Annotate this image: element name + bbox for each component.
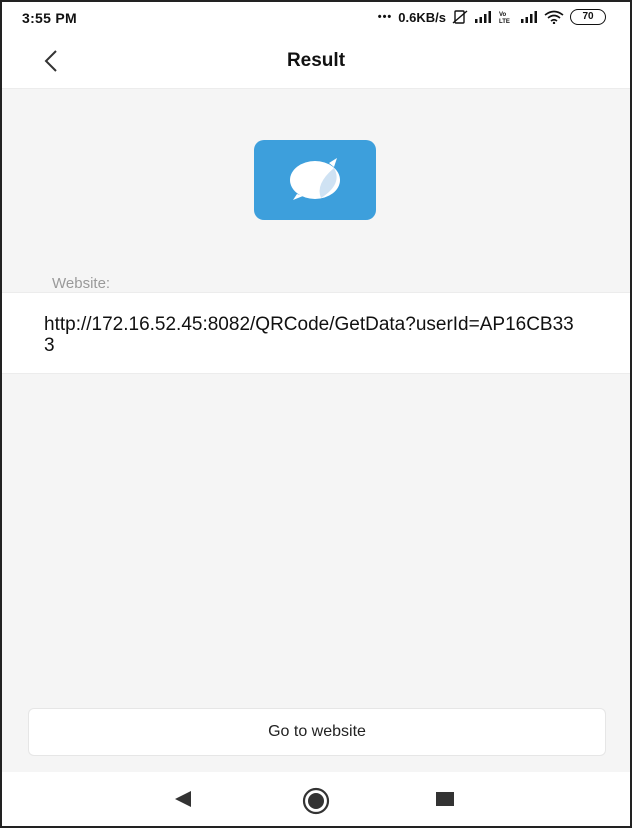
system-nav-bar bbox=[2, 772, 630, 826]
signal-icon-2 bbox=[520, 11, 538, 23]
svg-text:Vo: Vo bbox=[499, 12, 507, 18]
result-url[interactable]: http://172.16.52.45:8082/QRCode/GetData?… bbox=[44, 314, 584, 356]
battery-icon: 70 bbox=[570, 9, 606, 25]
website-label: Website: bbox=[52, 275, 111, 292]
status-bar: 3:55 PM ••• 0.6KB/s Vo LTE 70 bbox=[2, 2, 630, 34]
phone-screen: 3:55 PM ••• 0.6KB/s Vo LTE 70 Result Web… bbox=[0, 0, 632, 828]
wifi-icon bbox=[544, 10, 564, 24]
recents-square-icon[interactable] bbox=[436, 792, 454, 811]
status-icons: ••• 0.6KB/s Vo LTE 70 bbox=[378, 9, 606, 25]
url-card: http://172.16.52.45:8082/QRCode/GetData?… bbox=[2, 292, 630, 374]
network-speed: 0.6KB/s bbox=[398, 9, 446, 25]
go-to-website-button[interactable]: Go to website bbox=[28, 708, 606, 756]
signal-icon bbox=[474, 11, 492, 23]
more-dots-icon: ••• bbox=[377, 11, 393, 23]
page-title: Result bbox=[286, 50, 346, 71]
svg-text:LTE: LTE bbox=[499, 19, 510, 24]
home-circle-icon[interactable] bbox=[302, 787, 330, 820]
volte-icon: Vo LTE bbox=[498, 10, 514, 24]
no-sim-icon bbox=[452, 10, 468, 24]
back-triangle-icon[interactable] bbox=[174, 791, 192, 812]
status-time: 3:55 PM bbox=[22, 10, 78, 26]
app-bar: Result bbox=[2, 34, 630, 89]
browser-app-icon bbox=[254, 140, 376, 220]
